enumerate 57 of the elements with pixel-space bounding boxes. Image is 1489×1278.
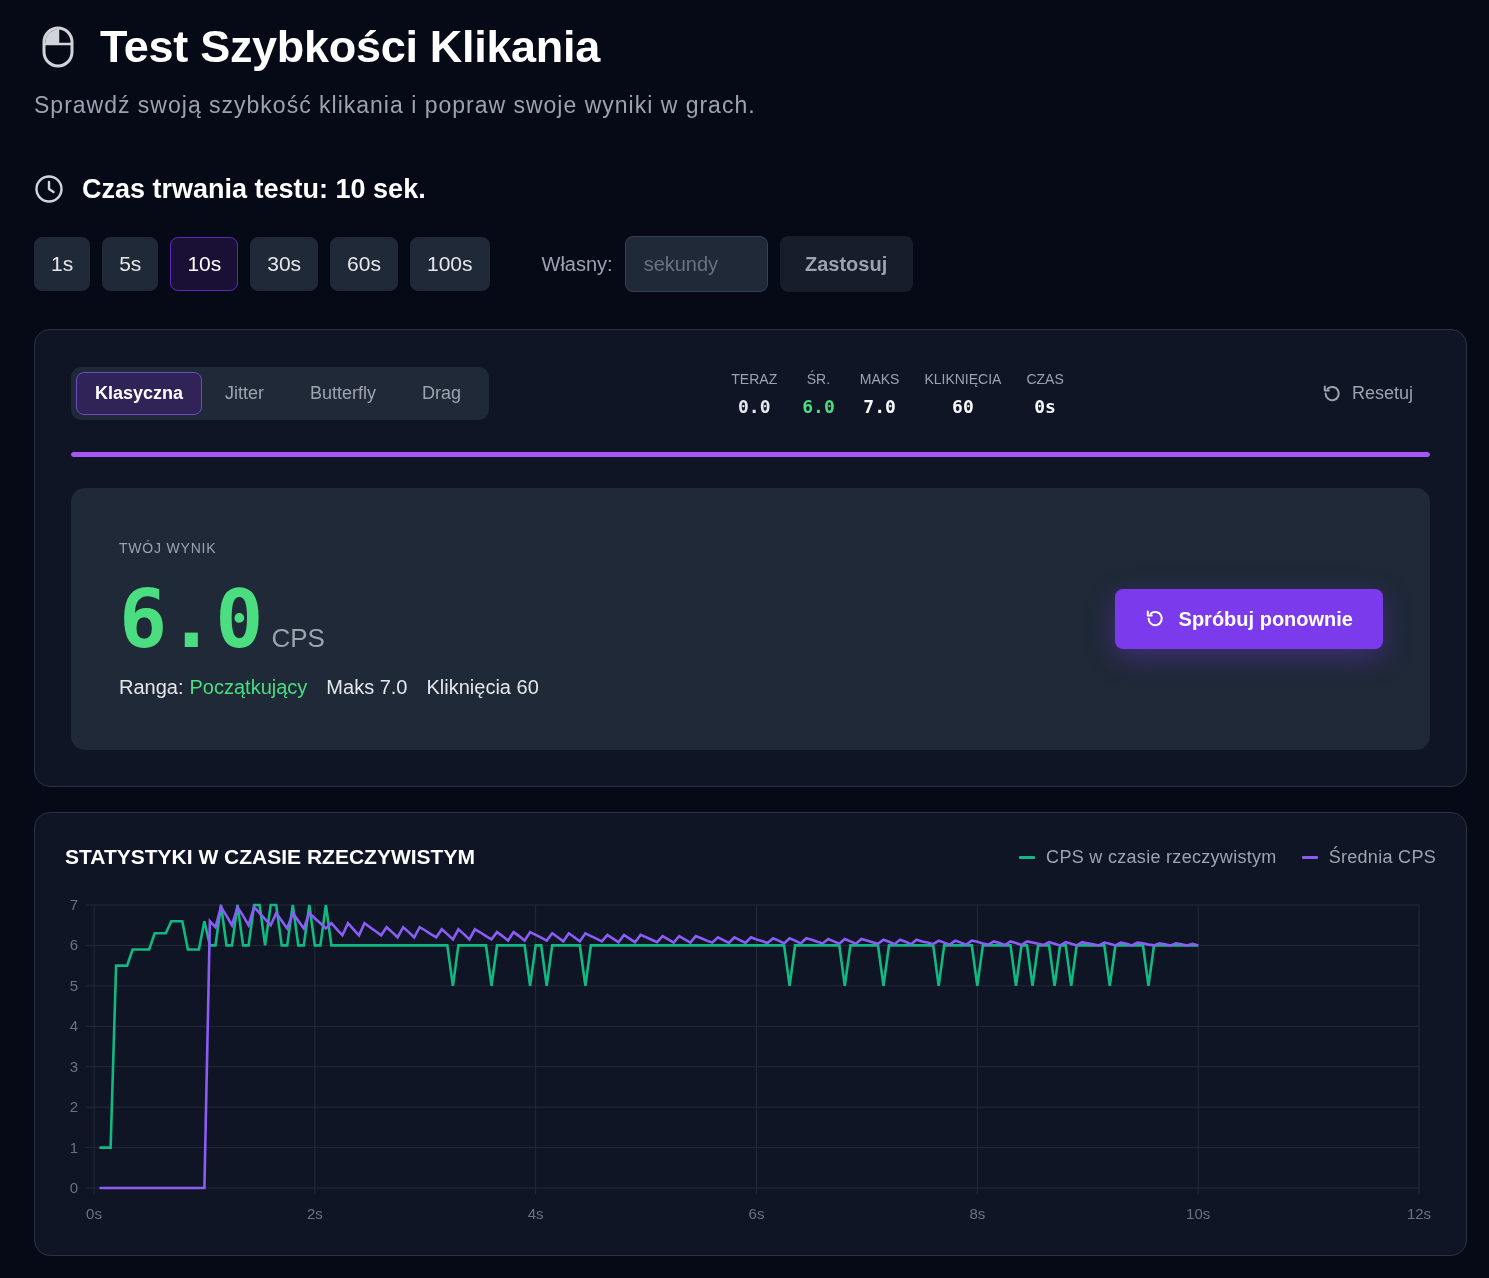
y-axis-label: 4: [69, 1017, 78, 1035]
duration-option[interactable]: 60s: [330, 237, 398, 291]
duration-option[interactable]: 1s: [34, 237, 91, 291]
y-axis-label: 3: [69, 1057, 78, 1075]
stat-value: 0.0: [738, 396, 771, 417]
max-score-text: Maks 7.0: [326, 674, 408, 699]
duration-option[interactable]: 10s: [170, 237, 239, 291]
custom-duration-label: Własny:: [541, 252, 613, 276]
x-axis-label: 0s: [86, 1205, 102, 1222]
x-axis-label: 6s: [748, 1205, 765, 1222]
mode-tab[interactable]: Klasyczna: [76, 372, 203, 415]
stat-label: KLIKNIĘCIA: [924, 370, 1002, 387]
page-subtitle: Sprawdź swoją szybkość klikania i popraw swoje wyniki w grach.: [34, 92, 757, 118]
y-axis-label: 5: [69, 976, 78, 994]
x-axis-label: 2s: [306, 1205, 323, 1222]
score-value: 6.0: [119, 581, 264, 658]
chart-title: STATYSTYKI W CZASIE RZECZYWISTYM: [65, 845, 475, 869]
page-title: Test Szybkości Klikania: [100, 21, 600, 73]
click-count-text: Kliknięcia 60: [426, 674, 539, 699]
x-axis-label: 4s: [527, 1205, 544, 1222]
y-axis-label: 7: [69, 896, 78, 913]
stat-label: ŚR.: [806, 370, 831, 387]
rank-value: Początkujący: [189, 674, 308, 699]
stat-label: CZAS: [1026, 370, 1064, 387]
x-axis-label: 10s: [1186, 1205, 1211, 1222]
duration-option[interactable]: 100s: [409, 237, 490, 291]
duration-heading: Czas trwania testu: 10 sek.: [82, 173, 426, 205]
stat-value: 6.0: [802, 396, 835, 417]
refresh-icon: [1321, 383, 1342, 404]
mode-tab[interactable]: Drag: [399, 372, 485, 415]
x-axis-label: 12s: [1406, 1205, 1432, 1222]
y-axis-label: 2: [69, 1098, 78, 1116]
y-axis-label: 1: [69, 1138, 78, 1156]
result-heading: TWÓJ WYNIK: [119, 539, 218, 556]
stat-value: 60: [952, 396, 974, 417]
retry-button[interactable]: Spróbuj ponownie: [1114, 589, 1383, 649]
mode-tab[interactable]: Jitter: [202, 372, 288, 415]
clock-icon: [35, 175, 63, 203]
stat-label: TERAZ: [731, 370, 778, 387]
rank-label: Ranga:: [119, 674, 184, 699]
seconds-input-field[interactable]: sekundy: [624, 236, 768, 292]
stat-value: 7.0: [863, 396, 896, 417]
y-axis-label: 6: [69, 936, 78, 954]
score-unit: CPS: [271, 622, 325, 654]
legend-label: CPS w czasie rzeczywistym: [1046, 846, 1277, 868]
mouse-icon: [42, 26, 74, 68]
apply-button[interactable]: Zastosuj: [779, 236, 913, 292]
stat-value: 0s: [1034, 396, 1056, 417]
stat-label: MAKS: [859, 370, 900, 387]
legend-label: Średnia CPS: [1328, 846, 1436, 868]
duration-option[interactable]: 5s: [102, 237, 159, 291]
y-axis-label: 0: [69, 1179, 78, 1196]
duration-option[interactable]: 30s: [250, 237, 319, 291]
reset-button[interactable]: Resetuj: [1321, 383, 1413, 404]
mode-tab[interactable]: Butterfly: [287, 372, 400, 415]
x-axis-label: 8s: [969, 1205, 986, 1222]
refresh-icon: [1144, 609, 1165, 629]
